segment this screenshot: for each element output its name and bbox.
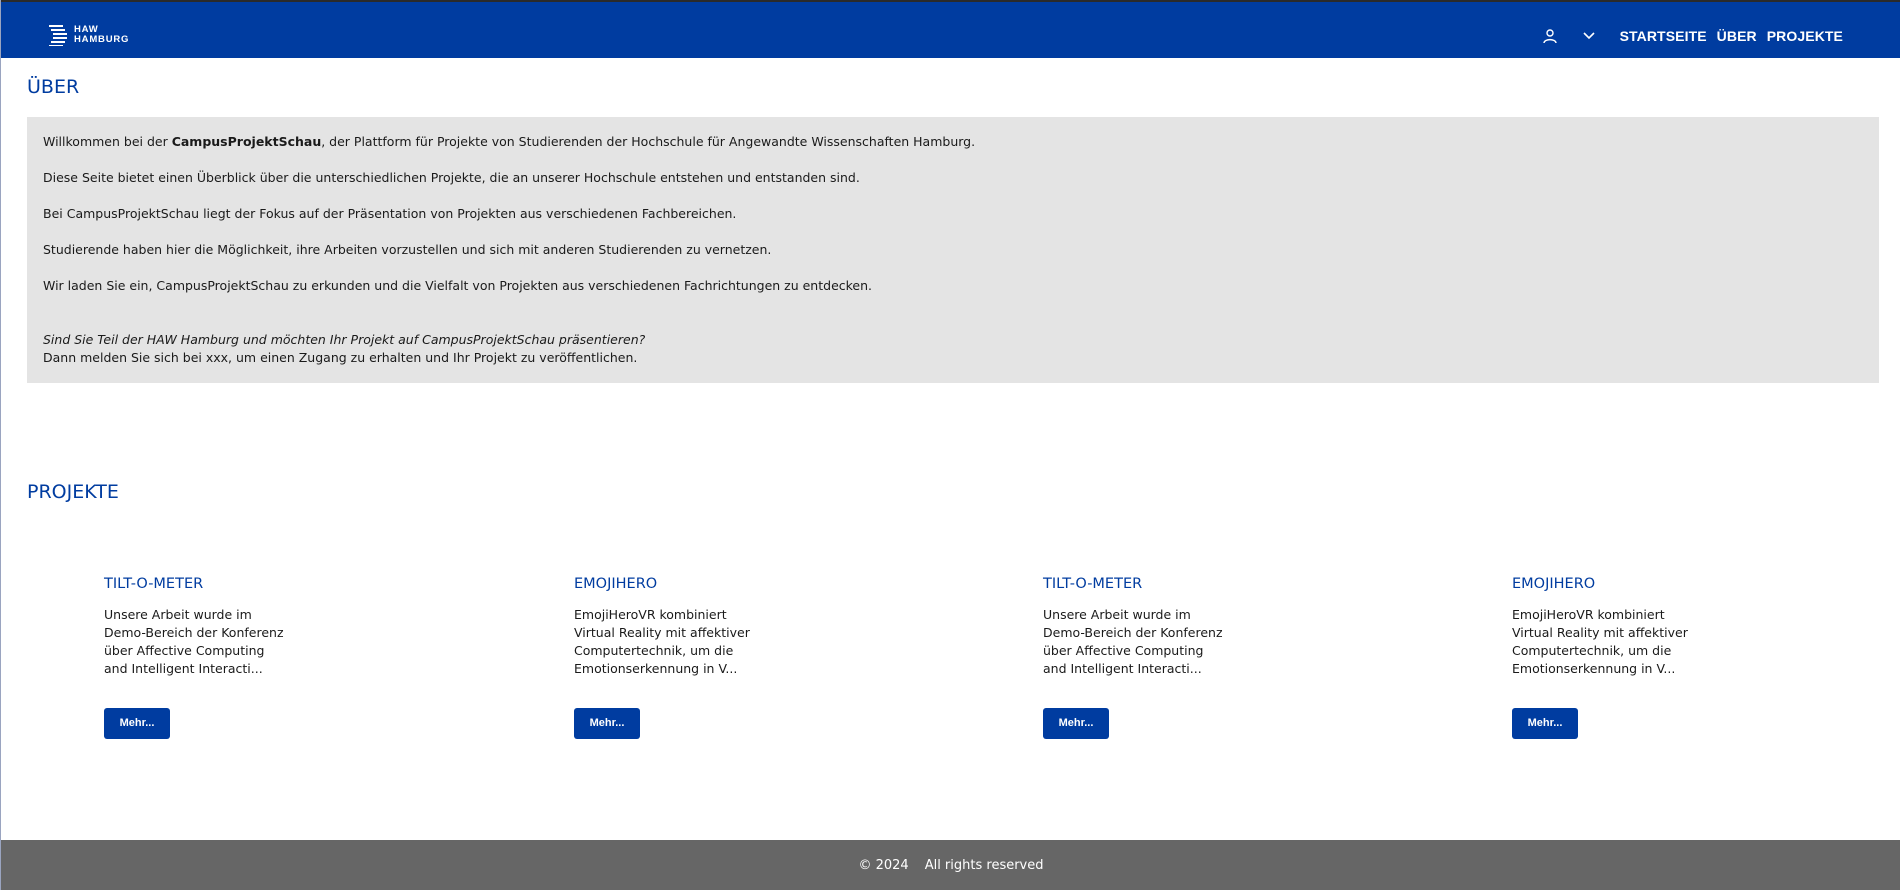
about-panel: Willkommen bei der CampusProjektSchau, d…	[27, 117, 1879, 383]
project-card: EMOJIHERO EmojiHeroVR kombiniert Virtual…	[574, 576, 754, 739]
cta-question: Sind Sie Teil der HAW Hamburg und möchte…	[43, 332, 646, 347]
about-paragraph-5: Wir laden Sie ein, CampusProjektSchau zu…	[43, 278, 873, 293]
logo-line-2: HAMBURG	[74, 34, 130, 45]
project-more-button[interactable]: Mehr...	[1043, 708, 1109, 739]
about-intro: Willkommen bei der CampusProjektSchau, d…	[43, 133, 1863, 151]
main-nav: STARTSEITE ÜBER PROJEKTE	[1539, 24, 1843, 48]
top-navigation-bar: HAW HAMBURG STARTSEITE ÜBER PROJEKTE	[1, 0, 1900, 58]
haw-logo-icon	[49, 25, 67, 46]
intro-text-start: Willkommen bei der	[43, 134, 172, 149]
footer-rights: All rights reserved	[924, 857, 1044, 873]
cta-text: Dann melden Sie sich bei xxx, um einen Z…	[43, 350, 638, 365]
project-more-button[interactable]: Mehr...	[1512, 708, 1578, 739]
nav-startseite[interactable]: STARTSEITE	[1620, 28, 1707, 44]
project-card: TILT-O-METER Unsere Arbeit wurde im Demo…	[1043, 576, 1223, 739]
project-description: EmojiHeroVR kombiniert Virtual Reality m…	[574, 607, 750, 676]
intro-text-end: , der Plattform für Projekte von Studier…	[321, 134, 976, 149]
logo-wordmark: HAW HAMBURG	[74, 25, 129, 45]
projects-section-title: PROJEKTE	[27, 481, 119, 503]
chevron-down-icon[interactable]	[1578, 25, 1600, 47]
about-paragraph-2: Diese Seite bietet einen Überblick über …	[43, 170, 860, 185]
brand-name: CampusProjektSchau	[171, 134, 322, 149]
project-title[interactable]: EMOJIHERO	[1512, 576, 1692, 592]
project-more-button[interactable]: Mehr...	[574, 708, 640, 739]
about-paragraph-3: Bei CampusProjektSchau liegt der Fokus a…	[43, 206, 737, 221]
nav-projekte[interactable]: PROJEKTE	[1767, 28, 1843, 44]
project-card: EMOJIHERO EmojiHeroVR kombiniert Virtual…	[1512, 576, 1692, 739]
project-card: TILT-O-METER Unsere Arbeit wurde im Demo…	[104, 576, 284, 739]
project-description: Unsere Arbeit wurde im Demo-Bereich der …	[104, 607, 284, 676]
project-title[interactable]: TILT-O-METER	[104, 576, 284, 592]
about-cta: Sind Sie Teil der HAW Hamburg und möchte…	[43, 331, 1863, 367]
footer-copyright: © 2024	[858, 857, 909, 873]
page-footer: © 2024 All rights reserved	[1, 840, 1900, 890]
user-icon[interactable]	[1539, 25, 1561, 47]
about-section-title: ÜBER	[27, 76, 80, 98]
project-title[interactable]: TILT-O-METER	[1043, 576, 1223, 592]
nav-ueber[interactable]: ÜBER	[1717, 28, 1757, 44]
project-description: Unsere Arbeit wurde im Demo-Bereich der …	[1043, 607, 1223, 676]
about-paragraph-4: Studierende haben hier die Möglichkeit, …	[43, 242, 772, 257]
haw-hamburg-logo[interactable]: HAW HAMBURG	[49, 24, 129, 46]
project-more-button[interactable]: Mehr...	[104, 708, 170, 739]
project-description: EmojiHeroVR kombiniert Virtual Reality m…	[1512, 607, 1688, 676]
project-title[interactable]: EMOJIHERO	[574, 576, 754, 592]
